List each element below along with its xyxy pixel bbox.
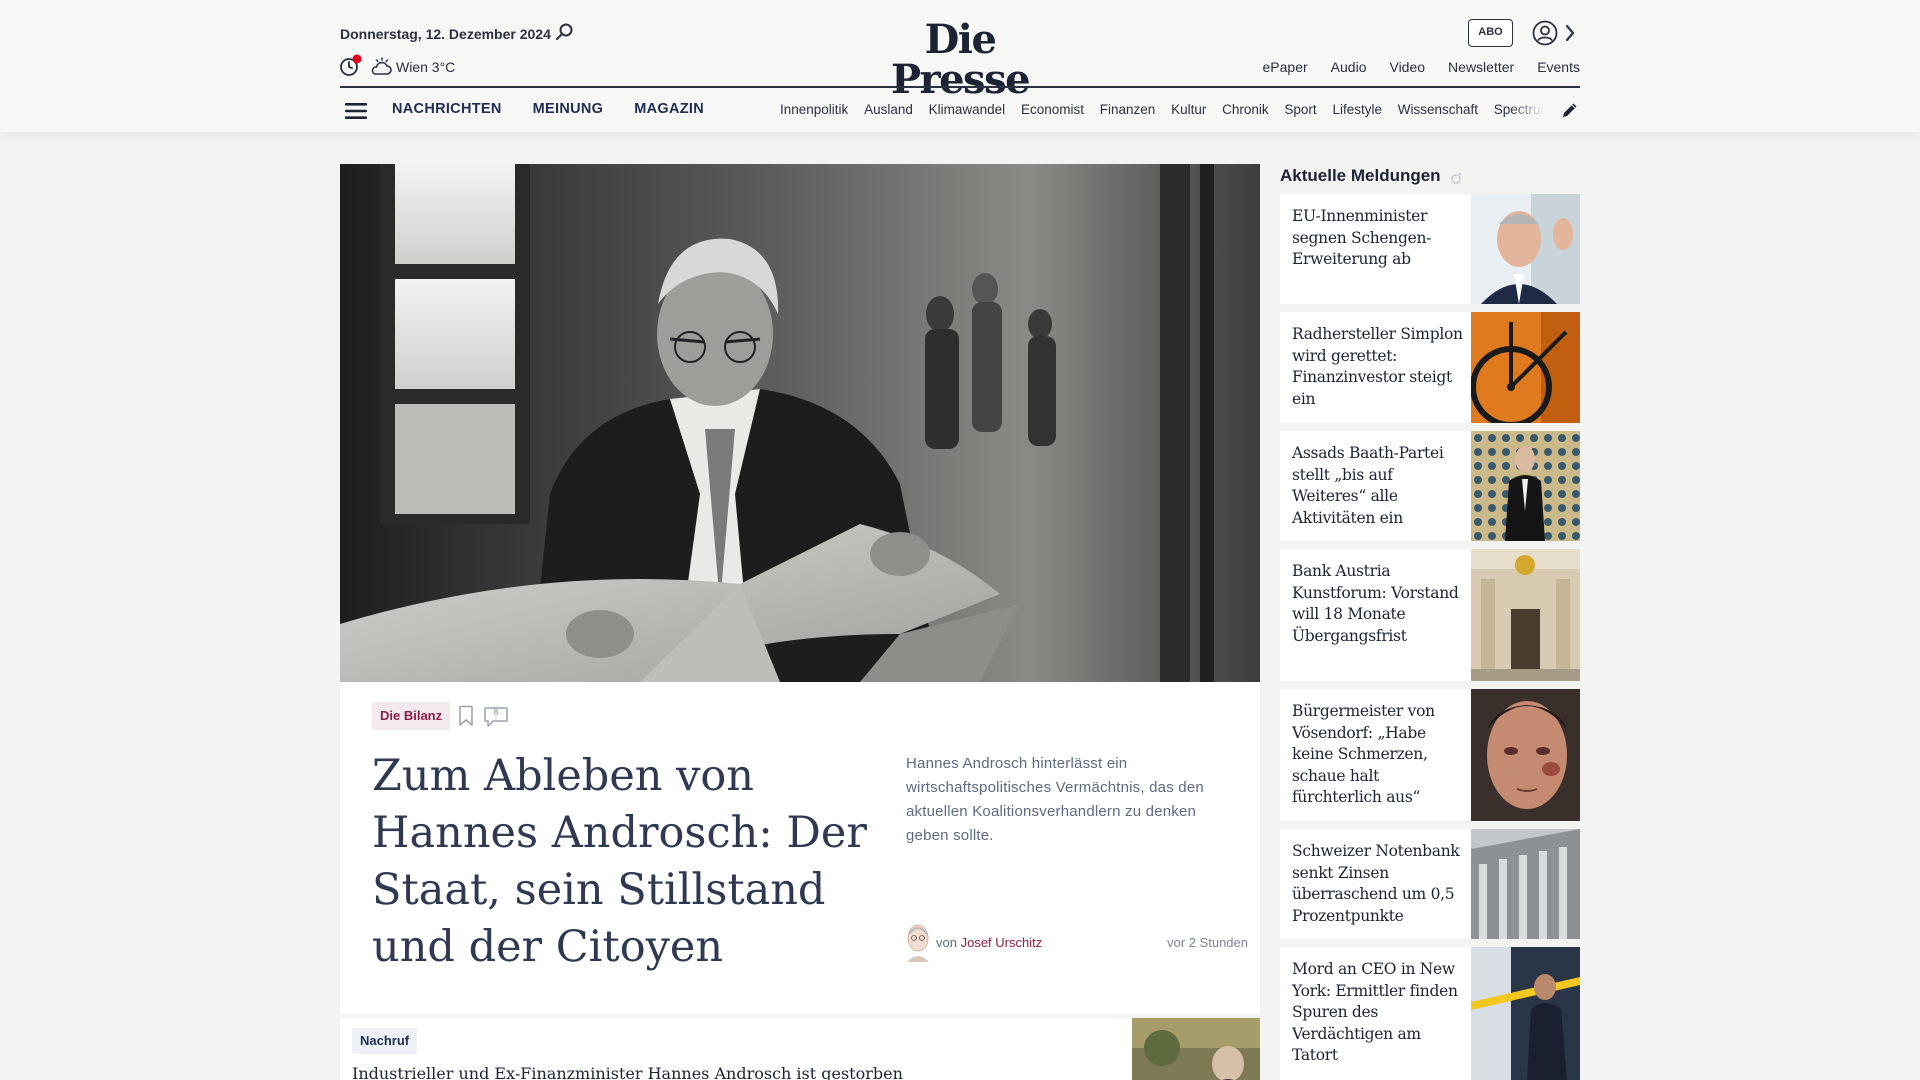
nav-nachrichten[interactable]: NACHRICHTEN xyxy=(392,101,502,117)
nav-magazin[interactable]: MAGAZIN xyxy=(634,101,704,117)
byline: von Josef Urschitz xyxy=(936,935,1042,950)
news-item-title[interactable]: Bank Austria Kunstforum: Vorstand will 1… xyxy=(1292,561,1470,647)
news-item[interactable]: Schweizer Notenbank senkt Zinsen überras… xyxy=(1280,829,1580,939)
top-links: ePaper Audio Video Newsletter Events xyxy=(1263,59,1580,75)
toplink-video[interactable]: Video xyxy=(1389,59,1425,75)
author-link[interactable]: Josef Urschitz xyxy=(961,935,1043,950)
news-item-thumbnail[interactable] xyxy=(1471,312,1580,423)
subnav-innenpolitik[interactable]: Innenpolitik xyxy=(780,102,848,117)
second-article-title[interactable]: Industrieller und Ex-Finanzminister Hann… xyxy=(352,1064,903,1080)
news-item[interactable]: Bürgermeister von Vösendorf: „Habe keine… xyxy=(1280,689,1580,821)
weather-icon xyxy=(371,57,392,75)
toplink-newsletter[interactable]: Newsletter xyxy=(1448,59,1514,75)
subnav-ausland[interactable]: Ausland xyxy=(864,102,913,117)
subnav-klimawandel[interactable]: Klimawandel xyxy=(929,102,1006,117)
timer-icon[interactable] xyxy=(339,54,363,78)
subnav-kultur[interactable]: Kultur xyxy=(1171,102,1206,117)
news-item-thumbnail[interactable] xyxy=(1471,689,1580,821)
second-article[interactable]: Nachruf Industrieller und Ex-Finanzminis… xyxy=(340,1018,1260,1080)
news-item[interactable]: Bank Austria Kunstforum: Vorstand will 1… xyxy=(1280,549,1580,681)
publish-time: vor 2 Stunden xyxy=(1167,935,1248,950)
news-item[interactable]: Mord an CEO in New York: Ermittler finde… xyxy=(1280,947,1580,1080)
user-icon[interactable] xyxy=(1532,20,1558,46)
bookmark-icon[interactable] xyxy=(458,705,474,727)
hero-image[interactable] xyxy=(340,164,1260,682)
abo-button[interactable]: ABO xyxy=(1468,19,1513,47)
header-divider xyxy=(340,86,1580,88)
news-item-thumbnail[interactable] xyxy=(1471,549,1580,681)
category-badge[interactable]: Die Bilanz xyxy=(372,702,451,730)
news-item[interactable]: Assads Baath-Partei stellt „bis auf Weit… xyxy=(1280,431,1580,541)
toplink-audio[interactable]: Audio xyxy=(1331,59,1367,75)
nav-meinung[interactable]: MEINUNG xyxy=(533,101,604,117)
news-item-thumbnail[interactable] xyxy=(1471,947,1580,1080)
site-logo[interactable]: Die Presse xyxy=(858,20,1062,100)
sub-nav: Innenpolitik Ausland Klimawandel Economi… xyxy=(780,102,1544,117)
news-item-title[interactable]: Radhersteller Simplon wird gerettet: Fin… xyxy=(1292,324,1470,410)
subnav-chronik[interactable]: Chronik xyxy=(1222,102,1269,117)
hero-article[interactable]: Die Bilanz 8 Zum Ableben von Hannes Andr… xyxy=(340,164,1260,1014)
subnav-wissenschaft[interactable]: Wissenschaft xyxy=(1398,102,1478,117)
subnav-sport[interactable]: Sport xyxy=(1284,102,1316,117)
pulse-icon xyxy=(1451,172,1462,184)
news-item-thumbnail[interactable] xyxy=(1471,194,1580,304)
chevron-right-icon[interactable] xyxy=(1563,23,1577,43)
news-item-title[interactable]: EU-Innenminister segnen Schengen-Erweite… xyxy=(1292,206,1470,271)
search-icon[interactable] xyxy=(555,22,575,42)
byline-prefix: von xyxy=(936,935,957,950)
subnav-finanzen[interactable]: Finanzen xyxy=(1100,102,1156,117)
comment-count: 8 xyxy=(493,708,499,717)
hero-headline[interactable]: Zum Ableben von Hannes Androsch: Der Sta… xyxy=(372,748,872,976)
news-item[interactable]: EU-Innenminister segnen Schengen-Erweite… xyxy=(1280,194,1580,304)
news-item[interactable]: Radhersteller Simplon wird gerettet: Fin… xyxy=(1280,312,1580,423)
author-avatar xyxy=(907,924,929,962)
news-item-title[interactable]: Assads Baath-Partei stellt „bis auf Weit… xyxy=(1292,443,1470,529)
pencil-icon[interactable] xyxy=(1561,101,1579,119)
news-item-title[interactable]: Schweizer Notenbank senkt Zinsen überras… xyxy=(1292,841,1470,927)
news-item-title[interactable]: Mord an CEO in New York: Ermittler finde… xyxy=(1292,959,1470,1067)
weather-text: Wien 3°C xyxy=(396,59,456,75)
current-date: Donnerstag, 12. Dezember 2024 xyxy=(340,26,551,42)
subnav-economist[interactable]: Economist xyxy=(1021,102,1084,117)
subnav-fade xyxy=(1510,96,1544,124)
news-item-thumbnail[interactable] xyxy=(1471,829,1580,939)
menu-icon[interactable] xyxy=(344,101,368,121)
category-badge[interactable]: Nachruf xyxy=(352,1028,418,1054)
hero-teaser: Hannes Androsch hinterlässt ein wirtscha… xyxy=(906,755,1204,844)
news-item-thumbnail[interactable] xyxy=(1471,431,1580,541)
toplink-events[interactable]: Events xyxy=(1537,59,1580,75)
subnav-lifestyle[interactable]: Lifestyle xyxy=(1332,102,1382,117)
site-header: Donnerstag, 12. Dezember 2024 Wien 3°C D… xyxy=(0,0,1920,132)
sidebar-title: Aktuelle Meldungen xyxy=(1280,166,1441,185)
toplink-epaper[interactable]: ePaper xyxy=(1263,59,1308,75)
main-nav: NACHRICHTEN MEINUNG MAGAZIN xyxy=(392,101,704,117)
news-item-title[interactable]: Bürgermeister von Vösendorf: „Habe keine… xyxy=(1292,701,1470,809)
second-article-thumbnail[interactable] xyxy=(1132,1018,1260,1080)
